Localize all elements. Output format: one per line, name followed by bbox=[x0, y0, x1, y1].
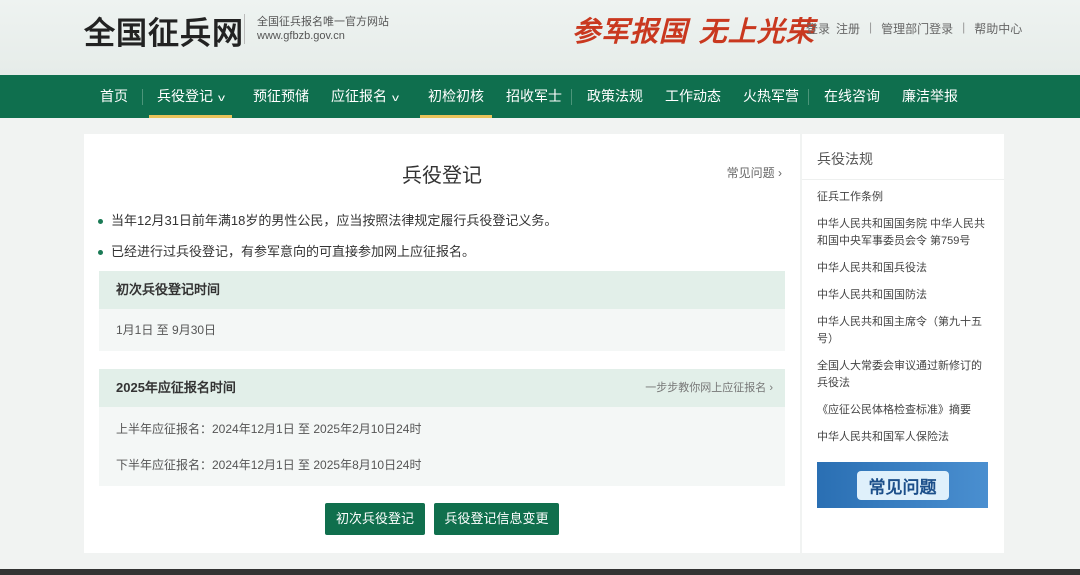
chevron-down-icon: v bbox=[218, 93, 225, 104]
nav-initial-check[interactable]: 初检初核 bbox=[420, 75, 492, 118]
first-registration-box: 初次兵役登记时间 1月1日 至 9月30日 bbox=[99, 271, 785, 351]
nav-label: 兵役登记 bbox=[157, 88, 213, 104]
nav-news[interactable]: 工作动态 bbox=[665, 75, 721, 118]
nav-policy[interactable]: 政策法规 bbox=[587, 75, 643, 118]
nav-label: 工作动态 bbox=[665, 88, 721, 104]
faq-banner[interactable]: 常见问题 bbox=[817, 462, 988, 508]
nav-pre-enlist[interactable]: 预征预储 bbox=[253, 75, 309, 118]
nav-label: 首页 bbox=[100, 88, 128, 104]
chevron-down-icon: v bbox=[392, 93, 399, 104]
nav-registration[interactable]: 兵役登记 v bbox=[149, 75, 232, 118]
site-url: www.gfbzb.gov.cn bbox=[257, 30, 345, 42]
nav-home[interactable]: 首页 bbox=[100, 75, 128, 118]
nav-consult[interactable]: 在线咨询 bbox=[824, 75, 880, 118]
faq-label: 常见问题 bbox=[726, 166, 775, 180]
nav-label: 招收军士 bbox=[506, 88, 562, 104]
main-nav: 首页 兵役登记 v 预征预储 应征报名 v 初检初核 招收军士 政策法规 工作动态 … bbox=[0, 75, 1080, 118]
top-links: 登录 注册 | 管理部门登录 | 帮助中心 bbox=[806, 20, 1022, 37]
help-center-link[interactable]: 帮助中心 bbox=[974, 20, 1022, 37]
enlist-period-first-half: 上半年应征报名：2024年12月1日 至 2025年2月10日24时 bbox=[116, 422, 422, 436]
chevron-right-icon: › bbox=[778, 166, 782, 180]
login-link[interactable]: 登录 bbox=[806, 20, 830, 37]
box-heading: 初次兵役登记时间 bbox=[99, 271, 785, 309]
slogan: 参军报国 无上光荣 bbox=[572, 15, 815, 48]
enlist-period-second-half: 下半年应征报名：2024年12月1日 至 2025年8月10日24时 bbox=[116, 458, 422, 472]
site-logo[interactable]: 全国征兵网 bbox=[84, 8, 244, 53]
divider: | bbox=[869, 20, 873, 34]
law-link[interactable]: 中华人民共和国军人保险法 bbox=[817, 429, 989, 446]
nav-label: 应征报名 bbox=[331, 88, 387, 104]
enlist-time-box: 2025年应征报名时间 一步步教你网上应征报名 › 上半年应征报名：2024年1… bbox=[99, 369, 785, 486]
nav-report[interactable]: 廉洁举报 bbox=[902, 75, 958, 118]
nav-label: 在线咨询 bbox=[824, 88, 880, 104]
nav-divider bbox=[142, 89, 143, 105]
nav-label: 初检初核 bbox=[428, 88, 484, 104]
law-link[interactable]: 征兵工作条例 bbox=[817, 189, 989, 206]
law-link[interactable]: 中华人民共和国兵役法 bbox=[817, 260, 989, 277]
nav-barracks[interactable]: 火热军营 bbox=[743, 75, 799, 118]
footer-bar bbox=[0, 569, 1080, 575]
logo-divider bbox=[244, 14, 245, 44]
nav-label: 火热军营 bbox=[743, 88, 799, 104]
law-link[interactable]: 中华人民共和国国务院 中华人民共和国中央军事委员会令 第759号 bbox=[817, 216, 989, 250]
registration-period: 1月1日 至 9月30日 bbox=[116, 323, 217, 337]
nav-divider bbox=[808, 89, 809, 105]
law-link[interactable]: 《应征公民体格检查标准》摘要 bbox=[817, 402, 989, 419]
site-tagline: 全国征兵报名唯一官方网站 bbox=[257, 16, 389, 28]
box-heading: 2025年应征报名时间 一步步教你网上应征报名 › bbox=[99, 369, 785, 407]
nav-enlist-apply[interactable]: 应征报名 v bbox=[331, 75, 399, 118]
banner-label: 常见问题 bbox=[856, 470, 949, 500]
faq-link[interactable]: 常见问题 › bbox=[727, 164, 782, 181]
main-content: 兵役登记 常见问题 › 当年12月31日前年满18岁的男性公民，应当按照法律规定… bbox=[84, 134, 800, 553]
nav-divider bbox=[571, 89, 572, 105]
nav-nco-recruit[interactable]: 招收军士 bbox=[506, 75, 562, 118]
info-bullet: 已经进行过兵役登记，有参军意向的可直接参加网上应征报名。 bbox=[98, 241, 475, 260]
law-list: 征兵工作条例 中华人民共和国国务院 中华人民共和国中央军事委员会令 第759号 … bbox=[802, 180, 1004, 446]
nav-label: 预征预储 bbox=[253, 88, 309, 104]
sidebar-title: 兵役法规 bbox=[802, 134, 1004, 180]
box-heading-text: 2025年应征报名时间 bbox=[116, 380, 236, 395]
info-bullet: 当年12月31日前年满18岁的男性公民，应当按照法律规定履行兵役登记义务。 bbox=[98, 210, 557, 229]
register-link[interactable]: 注册 bbox=[836, 20, 860, 37]
nav-label: 廉洁举报 bbox=[902, 88, 958, 104]
law-link[interactable]: 中华人民共和国主席令（第九十五号） bbox=[817, 314, 989, 348]
admin-login-link[interactable]: 管理部门登录 bbox=[881, 20, 953, 37]
guide-label: 一步步教你网上应征报名 bbox=[645, 382, 767, 394]
page-title: 兵役登记 bbox=[402, 165, 482, 187]
law-link[interactable]: 中华人民共和国国防法 bbox=[817, 287, 989, 304]
sidebar: 兵役法规 征兵工作条例 中华人民共和国国务院 中华人民共和国中央军事委员会令 第… bbox=[802, 134, 1004, 553]
registration-change-button[interactable]: 兵役登记信息变更 bbox=[434, 503, 559, 535]
nav-label: 政策法规 bbox=[587, 88, 643, 104]
enlist-guide-link[interactable]: 一步步教你网上应征报名 › bbox=[645, 369, 773, 407]
site-header: 全国征兵网 全国征兵报名唯一官方网站 www.gfbzb.gov.cn 参军报国… bbox=[0, 0, 1080, 75]
law-link[interactable]: 全国人大常委会审议通过新修订的兵役法 bbox=[817, 358, 989, 392]
divider: | bbox=[962, 20, 966, 34]
first-registration-button[interactable]: 初次兵役登记 bbox=[325, 503, 425, 535]
